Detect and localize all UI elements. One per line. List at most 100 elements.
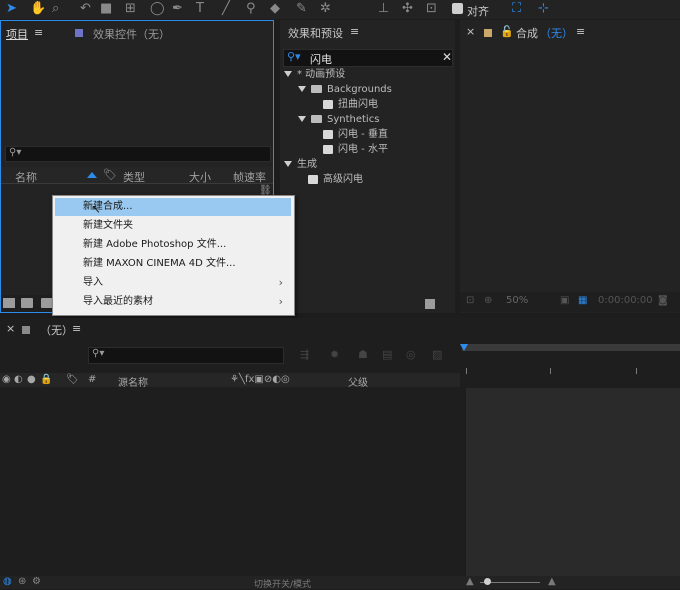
ruler-tick: [466, 368, 467, 374]
effects-search-input[interactable]: ⚲▾ 闪电 ✕: [283, 49, 453, 67]
zoom-in-icon[interactable]: ▲: [548, 576, 556, 587]
tree-item-preset[interactable]: 扭曲闪电: [323, 98, 378, 112]
roto-brush-tool-icon[interactable]: ✎: [296, 1, 307, 17]
timeline-column-header: ◉ ◐ ● 🔒 🏷 # 源名称 ⚘╲fx▣⊘◐◎ 父级: [0, 373, 460, 389]
timeline-track-area[interactable]: [466, 388, 680, 576]
axis-local-icon[interactable]: ⊥: [378, 1, 389, 17]
snap-options-icon[interactable]: ⊹: [538, 1, 549, 17]
tab-effects-presets[interactable]: 效果和预设: [288, 25, 343, 41]
close-tab-icon[interactable]: ×: [466, 25, 475, 38]
grid-icon[interactable]: ▦: [578, 295, 587, 306]
playhead-icon[interactable]: [460, 344, 468, 351]
menu-item-import-recent[interactable]: 导入最近的素材 ›: [55, 293, 291, 311]
label-tag-icon[interactable]: 🏷: [66, 374, 79, 385]
tree-category-generate[interactable]: 生成: [284, 158, 317, 172]
column-size[interactable]: 大小: [189, 169, 211, 185]
clone-stamp-tool-icon[interactable]: ⚲: [246, 1, 256, 17]
project-search-input[interactable]: ⚲▾: [5, 146, 271, 162]
always-preview-icon[interactable]: ⊡: [466, 295, 474, 306]
panel-menu-icon[interactable]: ≡: [576, 25, 585, 38]
tab-timeline[interactable]: （无）: [40, 322, 73, 338]
solo-switch-icon[interactable]: ●: [27, 374, 36, 385]
column-parent[interactable]: 父级: [348, 374, 368, 389]
expand-arrow-icon[interactable]: [284, 71, 292, 77]
tree-category-animation-presets[interactable]: * 动画预设: [284, 68, 345, 82]
tree-item-preset[interactable]: 闪电 - 水平: [323, 143, 388, 157]
graph-editor-icon[interactable]: ▨: [432, 348, 442, 361]
tree-item-preset[interactable]: 闪电 - 垂直: [323, 128, 388, 142]
timecode[interactable]: 0:00:00:00: [598, 295, 653, 306]
panel-menu-icon[interactable]: ≡: [34, 26, 43, 39]
snapshot-icon[interactable]: ◙: [658, 295, 668, 306]
pen-tool-icon[interactable]: ✒: [172, 1, 183, 17]
region-of-interest-icon[interactable]: ⊕: [484, 295, 492, 306]
frame-blending-icon[interactable]: ▤: [382, 348, 392, 361]
axis-view-icon[interactable]: ⊡: [426, 1, 437, 17]
lock-icon[interactable]: 🔓: [500, 25, 514, 38]
animation-preset-icon: [323, 144, 333, 154]
menu-item-new-photoshop-file[interactable]: 新建 Adobe Photoshop 文件...: [55, 236, 291, 254]
label-tag-icon[interactable]: 🏷: [103, 168, 117, 181]
column-framerate[interactable]: 帧速率: [233, 169, 266, 185]
render-time-icon[interactable]: ⚙: [32, 576, 41, 587]
tree-item-effect[interactable]: 高级闪电: [308, 173, 363, 187]
tree-folder-synthetics[interactable]: Synthetics: [298, 113, 379, 127]
menu-item-new-folder[interactable]: 新建文件夹: [55, 217, 291, 235]
comp-settings-icon[interactable]: ◍: [3, 576, 12, 587]
selection-tool-icon[interactable]: ➤: [6, 1, 17, 17]
pan-behind-tool-icon[interactable]: ⊞: [125, 1, 136, 17]
puppet-tool-icon[interactable]: ✲: [320, 1, 331, 17]
clear-search-icon[interactable]: ✕: [442, 50, 452, 64]
work-area-bar[interactable]: [462, 344, 680, 351]
eraser-tool-icon[interactable]: ◆: [270, 1, 280, 17]
composition-swatch: [22, 326, 30, 334]
folder-icon: [311, 115, 322, 123]
panel-menu-icon[interactable]: ≡: [72, 322, 81, 335]
close-tab-icon[interactable]: ×: [6, 322, 15, 335]
zoom-slider-handle[interactable]: [484, 578, 491, 585]
align-checkbox[interactable]: [452, 3, 463, 14]
snap-icon[interactable]: ⛶: [512, 1, 521, 17]
expand-switches-icon[interactable]: ⊛: [18, 576, 26, 587]
expand-arrow-icon[interactable]: [284, 161, 292, 167]
tab-effect-controls[interactable]: 效果控件（无）: [93, 26, 170, 42]
effects-search-value[interactable]: 闪电: [310, 51, 332, 67]
draft-3d-icon[interactable]: ✹: [330, 348, 339, 361]
tree-folder-backgrounds[interactable]: Backgrounds: [298, 83, 392, 97]
type-tool-icon[interactable]: T: [196, 1, 204, 17]
menu-item-new-cinema4d-file[interactable]: 新建 MAXON CINEMA 4D 文件...: [55, 255, 291, 273]
new-preset-icon[interactable]: [425, 299, 435, 309]
audio-switch-icon[interactable]: ◐: [14, 374, 23, 385]
tab-project[interactable]: 项目: [6, 26, 28, 42]
tab-composition[interactable]: 合成: [516, 25, 538, 41]
menu-item-import[interactable]: 导入 ›: [55, 274, 291, 292]
panel-menu-icon[interactable]: ≡: [350, 25, 359, 38]
video-switch-icon[interactable]: ◉: [2, 374, 11, 385]
zoom-dropdown[interactable]: 50%: [506, 295, 528, 306]
motion-blur-icon[interactable]: ◎: [406, 348, 416, 361]
camera-tool-icon[interactable]: ■: [100, 1, 112, 17]
expand-arrow-icon[interactable]: [298, 116, 306, 122]
new-folder-icon[interactable]: [21, 298, 33, 308]
lock-switch-icon[interactable]: 🔒: [40, 374, 52, 385]
column-name[interactable]: 名称: [15, 169, 37, 185]
column-hash[interactable]: #: [88, 374, 96, 385]
hand-tool-icon[interactable]: ✋: [30, 1, 46, 17]
column-source-name[interactable]: 源名称: [118, 374, 148, 389]
fit-icon[interactable]: ▣: [560, 295, 569, 306]
shy-layers-icon[interactable]: ☗: [358, 348, 368, 361]
zoom-tool-icon[interactable]: ⌕: [52, 1, 59, 17]
toggle-switches-modes[interactable]: 切换开关/模式: [254, 577, 311, 590]
interpret-footage-icon[interactable]: [3, 298, 15, 308]
shape-tool-icon[interactable]: ◯: [150, 1, 165, 17]
rotate-tool-icon[interactable]: ↶: [80, 1, 91, 17]
layer-switches-icons[interactable]: ⚘╲fx▣⊘◐◎: [230, 374, 290, 385]
column-type[interactable]: 类型: [123, 169, 145, 185]
sort-ascending-icon[interactable]: [87, 172, 97, 178]
expand-arrow-icon[interactable]: [298, 86, 306, 92]
zoom-out-icon[interactable]: ▲: [466, 576, 474, 587]
brush-tool-icon[interactable]: ╱: [222, 1, 230, 17]
comp-mini-flowchart-icon[interactable]: ⇶: [300, 348, 309, 361]
timeline-search-input[interactable]: ⚲▾: [88, 347, 284, 364]
axis-world-icon[interactable]: ✣: [402, 1, 413, 17]
